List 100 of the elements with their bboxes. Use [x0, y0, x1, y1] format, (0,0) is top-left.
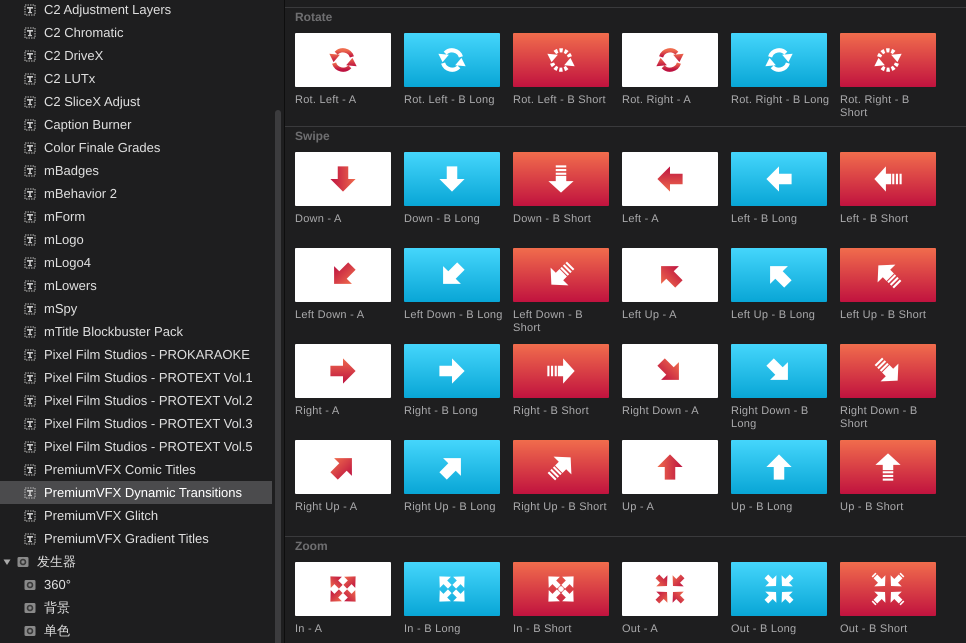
- effect-thumbnail[interactable]: [295, 440, 391, 494]
- sidebar-item[interactable]: 360°: [0, 573, 272, 596]
- sidebar-item[interactable]: mSpy: [0, 297, 272, 320]
- effect-thumbnail[interactable]: [404, 440, 500, 494]
- sidebar-item[interactable]: 发生器: [0, 550, 272, 573]
- sidebar-item[interactable]: C2 SliceX Adjust: [0, 90, 272, 113]
- sidebar-item[interactable]: Color Finale Grades: [0, 136, 272, 159]
- sidebar-item[interactable]: PremiumVFX Comic Titles: [0, 458, 272, 481]
- effect-thumbnail[interactable]: [840, 344, 936, 398]
- sidebar-item[interactable]: PremiumVFX Gradient Titles: [0, 527, 272, 550]
- sidebar-item[interactable]: mLogo: [0, 228, 272, 251]
- title-icon: [23, 394, 37, 408]
- effect-thumbnail[interactable]: [622, 152, 718, 206]
- effect-thumbnail[interactable]: [731, 344, 827, 398]
- effect-thumbnail[interactable]: [513, 344, 609, 398]
- effect-thumbnail[interactable]: [731, 440, 827, 494]
- effect-thumbnail[interactable]: [513, 248, 609, 302]
- effect-thumbnail[interactable]: [404, 33, 500, 87]
- sidebar-item[interactable]: 背景: [0, 596, 272, 619]
- effect-thumbnail[interactable]: [840, 248, 936, 302]
- sidebar-item[interactable]: mBadges: [0, 159, 272, 182]
- sidebar-item[interactable]: PremiumVFX Glitch: [0, 504, 272, 527]
- effect-thumbnail[interactable]: [404, 344, 500, 398]
- title-icon: [23, 302, 37, 316]
- thumbnail-label: In - A: [295, 623, 324, 636]
- effect-thumbnail[interactable]: [840, 33, 936, 87]
- sidebar-item[interactable]: mTitle Blockbuster Pack: [0, 320, 272, 343]
- sidebar-item[interactable]: C2 Chromatic: [0, 21, 272, 44]
- thumbnail-label: Right Up - A: [295, 501, 358, 514]
- scrollbar-thumb[interactable]: [275, 110, 281, 643]
- title-icon: [23, 256, 37, 270]
- title-icon: [23, 416, 37, 430]
- effect-thumbnail[interactable]: [513, 33, 609, 87]
- sidebar-item[interactable]: Pixel Film Studios - PROTEXT Vol.1: [0, 366, 272, 389]
- thumbnail-label: Out - B Long: [731, 623, 798, 636]
- effect-thumbnail[interactable]: [295, 248, 391, 302]
- effect-thumbnail[interactable]: [622, 248, 718, 302]
- effect-thumbnail[interactable]: [404, 248, 500, 302]
- title-icon: [23, 164, 37, 178]
- effect-thumbnail[interactable]: [295, 33, 391, 87]
- thumbnail-label: Up - A: [622, 501, 656, 514]
- effect-thumbnail[interactable]: [731, 33, 827, 87]
- thumbnail-label: Left Up - B Short: [840, 309, 928, 322]
- effect-thumbnail[interactable]: [840, 562, 936, 616]
- generator-icon: [16, 554, 30, 568]
- sidebar-item[interactable]: C2 LUTx: [0, 67, 272, 90]
- sidebar-item[interactable]: mLogo4: [0, 251, 272, 274]
- thumbnail-label: Down - A: [295, 213, 343, 226]
- sidebar-item[interactable]: Caption Burner: [0, 113, 272, 136]
- title-icon: [23, 186, 37, 200]
- sidebar-item[interactable]: mLowers: [0, 274, 272, 297]
- title-icon: [23, 26, 37, 40]
- effect-thumbnail[interactable]: [295, 344, 391, 398]
- title-icon: [23, 462, 37, 476]
- sidebar-item[interactable]: PremiumVFX Dynamic Transitions: [0, 481, 272, 504]
- title-icon: [23, 94, 37, 108]
- thumbnail-label: Out - B Short: [840, 623, 908, 636]
- sidebar-item[interactable]: mForm: [0, 205, 272, 228]
- effect-thumbnail[interactable]: [731, 562, 827, 616]
- thumbnail-label: In - B Short: [513, 623, 573, 636]
- sidebar-item[interactable]: Pixel Film Studios - PROKARAOKE: [0, 343, 272, 366]
- thumbnail-label: In - B Long: [404, 623, 462, 636]
- effect-thumbnail[interactable]: [622, 344, 718, 398]
- thumbnail-label: Out - A: [622, 623, 659, 636]
- effect-thumbnail[interactable]: [404, 562, 500, 616]
- title-icon: [23, 2, 37, 16]
- effect-thumbnail[interactable]: [731, 152, 827, 206]
- effect-thumbnail[interactable]: [513, 562, 609, 616]
- thumbnail-label: Right Down - A: [622, 405, 700, 418]
- effect-thumbnail[interactable]: [404, 152, 500, 206]
- sidebar-item[interactable]: Pixel Film Studios - PROTEXT Vol.3: [0, 412, 272, 435]
- effect-thumbnail[interactable]: [295, 562, 391, 616]
- title-icon: [23, 278, 37, 292]
- effect-thumbnail[interactable]: [840, 440, 936, 494]
- effect-thumbnail[interactable]: [513, 440, 609, 494]
- sidebar-item[interactable]: Pixel Film Studios - PROTEXT Vol.5: [0, 435, 272, 458]
- thumbnail-label: Left Down - B Short: [513, 309, 584, 335]
- section-heading: Swipe: [295, 128, 331, 145]
- title-icon: [23, 440, 37, 454]
- effect-thumbnail[interactable]: [622, 440, 718, 494]
- section-heading: Zoom: [295, 538, 329, 555]
- sidebar-item[interactable]: Pixel Film Studios - PROTEXT Vol.2: [0, 389, 272, 412]
- sidebar-item[interactable]: mBehavior 2: [0, 182, 272, 205]
- disclosure-triangle-icon[interactable]: [3, 558, 11, 566]
- sidebar-item[interactable]: C2 DriveX: [0, 44, 272, 67]
- effect-thumbnail[interactable]: [840, 152, 936, 206]
- thumbnail-label: Left Up - A: [622, 309, 678, 322]
- sidebar-item[interactable]: 单色: [0, 619, 272, 642]
- title-icon: [23, 232, 37, 246]
- effect-thumbnail[interactable]: [731, 248, 827, 302]
- title-icon: [23, 72, 37, 86]
- thumbnail-label: Right - B Short: [513, 405, 590, 418]
- effect-thumbnail[interactable]: [513, 152, 609, 206]
- effect-thumbnail[interactable]: [295, 152, 391, 206]
- effect-thumbnail[interactable]: [622, 33, 718, 87]
- generator-icon: [23, 600, 37, 614]
- title-icon: [23, 370, 37, 384]
- effect-thumbnail[interactable]: [622, 562, 718, 616]
- sidebar-item[interactable]: C2 Adjustment Layers: [0, 0, 272, 21]
- thumbnail-label: Down - B Long: [404, 213, 482, 226]
